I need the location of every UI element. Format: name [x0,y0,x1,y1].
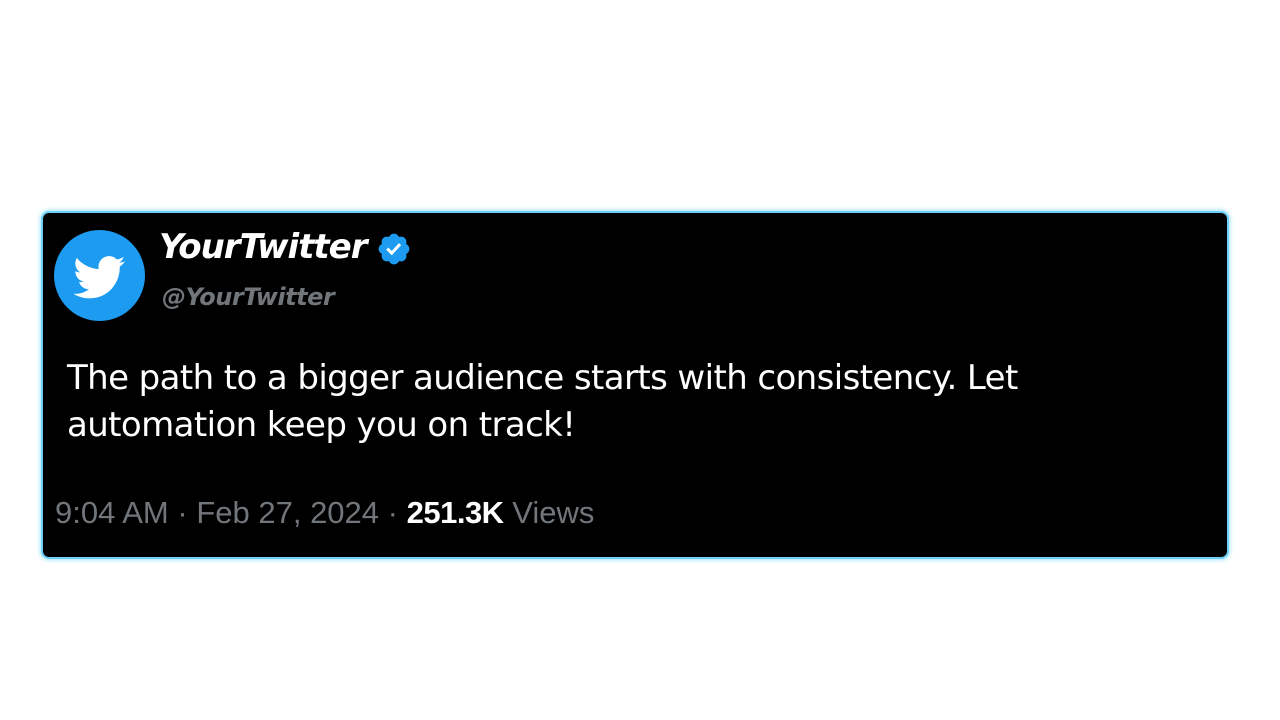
tweet-text: The path to a bigger audience starts wit… [67,358,1018,445]
author-name-row: YourTwitter [159,227,412,267]
avatar[interactable] [54,230,145,321]
views-count[interactable]: 251.3K [407,495,504,530]
twitter-bird-icon [73,255,125,298]
meta-separator: · [177,495,188,530]
handle[interactable]: @YourTwitter [162,283,335,311]
display-name[interactable]: YourTwitter [159,227,367,267]
tweet-card: YourTwitter @YourTwitter The path to a b… [41,211,1229,559]
meta-separator: · [387,495,398,530]
tweet-date[interactable]: Feb 27, 2024 [196,495,379,530]
views-label: Views [512,495,595,530]
tweet-time[interactable]: 9:04 AM [55,495,169,530]
verified-badge-icon [379,233,410,265]
tweet-meta: 9:04 AM · Feb 27, 2024 · 251.3K Views [55,495,594,531]
